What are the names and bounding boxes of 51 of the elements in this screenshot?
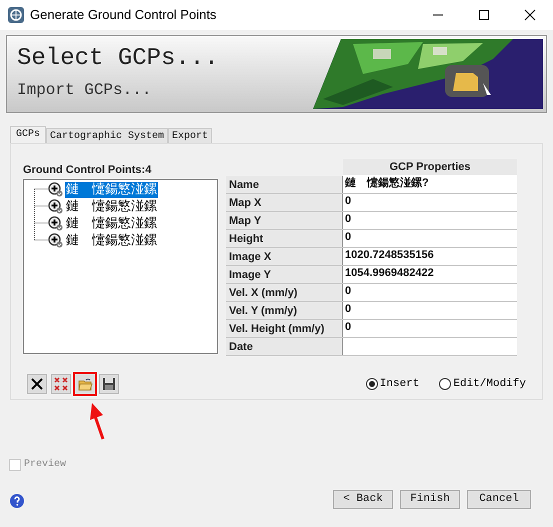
tab[interactable]: GCPs (10, 126, 46, 143)
delete-button[interactable] (27, 374, 47, 394)
tree-item[interactable]: 鏈 懥鍚慜湴鏍 (65, 232, 158, 248)
property-label: Vel. X (mm/y) (226, 284, 343, 301)
property-label: Map X (226, 194, 343, 211)
delete-all-icon (52, 375, 70, 393)
tab[interactable]: Export (168, 128, 212, 143)
property-value[interactable]: 0 (343, 320, 517, 337)
property-value[interactable]: 0 (343, 230, 517, 247)
gcp-point-icon (48, 182, 63, 197)
gcp-count-label: Ground Control Points:4 (23, 163, 152, 178)
property-label: Height (226, 230, 343, 247)
radio-label: Insert (380, 376, 420, 392)
window-title: Generate Ground Control Points (30, 6, 216, 24)
property-label: Vel. Height (mm/y) (226, 320, 343, 337)
gcp-point-icon (48, 233, 63, 248)
properties-header: GCP Properties (343, 159, 517, 176)
tree-item[interactable]: 鏈 懥鍚慜湴鏍 (65, 216, 158, 232)
header-subtitle: Import GCPs... (17, 80, 152, 101)
preview-checkbox[interactable] (9, 458, 21, 470)
help-icon[interactable] (10, 494, 24, 508)
dialog-button[interactable]: < Back (333, 490, 393, 509)
tree-item[interactable]: 鏈 懥鍚慜湴鏍 (65, 182, 158, 198)
property-value[interactable]: 0 (343, 212, 517, 229)
property-label: Vel. Y (mm/y) (226, 302, 343, 319)
property-value[interactable]: 0 (343, 194, 517, 211)
property-value[interactable]: 0 (343, 284, 517, 301)
delete-all-button[interactable] (51, 374, 71, 394)
radio-button[interactable] (439, 378, 452, 390)
tab[interactable]: Cartographic System (46, 128, 168, 143)
tree-item[interactable]: 鏈 懥鍚慜湴鏍 (65, 198, 158, 214)
dialog-button[interactable]: Finish (400, 490, 460, 509)
property-label: Map Y (226, 212, 343, 229)
property-value[interactable]: 鏈 懥鍚慜湴鏍? (343, 176, 517, 193)
app-icon (7, 6, 25, 24)
gcp-point-icon (48, 216, 63, 231)
header-title: Select GCPs... (17, 44, 219, 74)
preview-label: Preview (24, 458, 66, 472)
dialog-button[interactable]: Cancel (467, 490, 531, 509)
save-icon (100, 375, 118, 393)
property-label: Image Y (226, 266, 343, 283)
property-label: Name (226, 176, 343, 193)
property-value[interactable]: 1054.9969482422 (343, 266, 517, 283)
property-value[interactable]: 1020.7248535156 (343, 248, 517, 265)
radio-button[interactable] (366, 378, 378, 390)
gcp-point-icon (48, 199, 63, 214)
save-button[interactable] (99, 374, 119, 394)
property-label: Image X (226, 248, 343, 265)
property-value[interactable]: 0 (343, 302, 517, 319)
property-label: Date (226, 338, 343, 355)
radio-label: Edit/Modify (453, 376, 526, 392)
